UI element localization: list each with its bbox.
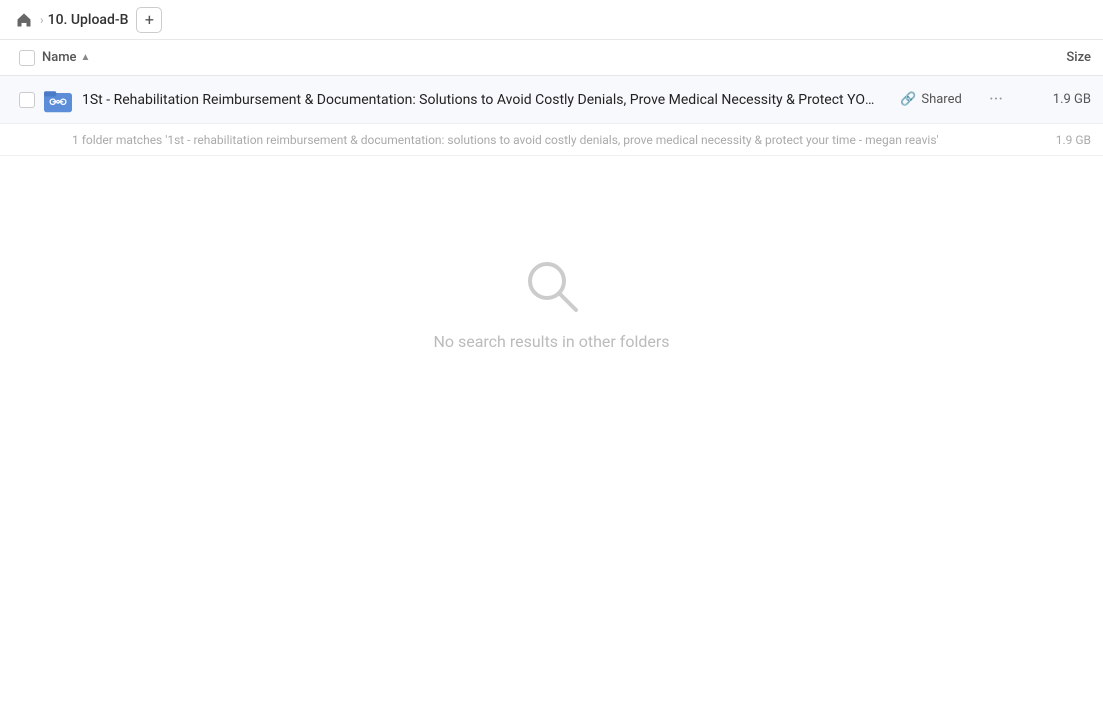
column-header-row: Name ▲ Size <box>0 40 1103 76</box>
size-column-header[interactable]: Size <box>1011 50 1091 65</box>
checkbox-icon[interactable] <box>19 50 35 66</box>
breadcrumb-bar: › 10. Upload-B + <box>0 0 1103 40</box>
file-size: 1.9 GB <box>1011 92 1091 107</box>
link-icon: 🔗 <box>900 92 916 107</box>
name-column-header[interactable]: Name ▲ <box>42 50 1011 65</box>
folder-icon <box>42 84 74 116</box>
breadcrumb-chevron-icon: › <box>40 13 44 27</box>
more-options-button[interactable]: ··· <box>981 89 1011 110</box>
breadcrumb-folder-name[interactable]: 10. Upload-B <box>48 12 129 28</box>
match-hint-size: 1.9 GB <box>1011 133 1091 147</box>
checkbox-icon[interactable] <box>19 92 35 108</box>
file-row[interactable]: 1St - Rehabilitation Reimbursement & Doc… <box>0 76 1103 124</box>
sort-arrow-icon: ▲ <box>81 52 91 63</box>
file-name[interactable]: 1St - Rehabilitation Reimbursement & Doc… <box>82 92 881 108</box>
row-checkbox[interactable] <box>12 92 42 108</box>
match-hint-row: 1 folder matches '1st - rehabilitation r… <box>0 124 1103 156</box>
home-button[interactable] <box>12 8 36 32</box>
empty-search-icon <box>522 256 582 316</box>
match-hint-text: 1 folder matches '1st - rehabilitation r… <box>72 133 1011 147</box>
shared-badge: 🔗 Shared <box>881 92 981 107</box>
empty-state: No search results in other folders <box>0 156 1103 351</box>
select-all-checkbox[interactable] <box>12 50 42 66</box>
empty-state-message: No search results in other folders <box>433 332 669 351</box>
add-button[interactable]: + <box>136 7 162 33</box>
